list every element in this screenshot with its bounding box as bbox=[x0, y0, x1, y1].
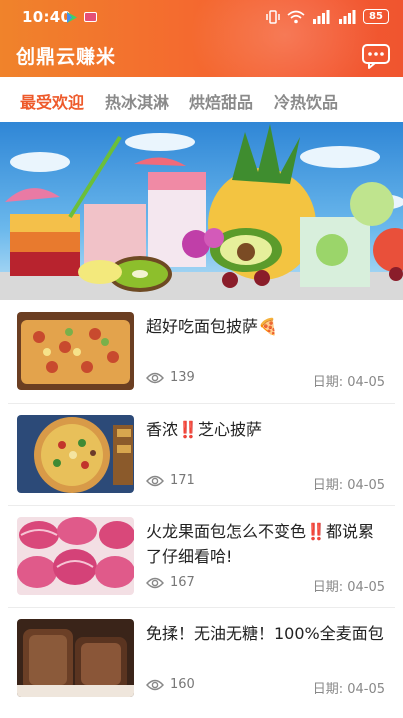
status-icons: 85 bbox=[265, 9, 389, 24]
view-count-value: 171 bbox=[170, 473, 195, 488]
tab-baked-desserts[interactable]: 烘焙甜品 bbox=[189, 89, 253, 113]
double-exclamation-icon: ‼️ bbox=[178, 420, 198, 439]
double-exclamation-icon: ‼️ bbox=[306, 522, 326, 541]
dragon-fruit-bread-thumbnail bbox=[17, 517, 134, 595]
item-date: 日期: 04-05 bbox=[312, 580, 385, 595]
battery-icon: 85 bbox=[363, 9, 389, 24]
view-count: 171 bbox=[146, 473, 195, 488]
tab-drinks[interactable]: 冷热饮品 bbox=[274, 89, 338, 113]
signal-2-icon bbox=[339, 9, 356, 24]
drinks-fruit-illustration bbox=[0, 122, 403, 300]
view-count-value: 160 bbox=[170, 677, 195, 692]
eye-icon bbox=[146, 679, 164, 690]
status-bar: 10:40 85 bbox=[0, 0, 403, 34]
view-count: 139 bbox=[146, 370, 195, 385]
pizza-bread-thumbnail bbox=[17, 312, 134, 390]
wholewheat-bread-thumbnail bbox=[17, 619, 134, 697]
play-store-icon bbox=[67, 12, 77, 23]
list-item[interactable]: 免揉！无油无糖！100%全麦面包 160 日期: 04-05 bbox=[0, 607, 403, 710]
list-item[interactable]: 火龙果面包怎么不变色‼️都说累了仔细看哈! 167 日期: 04-05 bbox=[0, 505, 403, 608]
thumbnail-image bbox=[17, 415, 134, 493]
item-title: 超好吃面包披萨🍕 bbox=[146, 317, 278, 336]
signal-1-icon bbox=[313, 9, 330, 24]
item-title: 香浓‼️芝心披萨 bbox=[146, 417, 386, 442]
list-item[interactable]: 香浓‼️芝心披萨 171 日期: 04-05 bbox=[0, 403, 403, 506]
eye-icon bbox=[146, 475, 164, 486]
item-date: 日期: 04-05 bbox=[312, 375, 385, 390]
view-count: 160 bbox=[146, 677, 195, 692]
eye-icon bbox=[146, 372, 164, 383]
category-tabs: 最受欢迎 热冰淇淋 烘焙甜品 冷热饮品 bbox=[0, 77, 403, 122]
wifi-icon bbox=[287, 10, 305, 23]
item-title: 火龙果面包怎么不变色‼️都说累了仔细看哈! bbox=[146, 519, 386, 569]
eye-icon bbox=[146, 577, 164, 588]
tab-most-popular[interactable]: 最受欢迎 bbox=[20, 89, 84, 113]
item-date: 日期: 04-05 bbox=[312, 682, 385, 697]
thumbnail-image bbox=[17, 312, 134, 390]
item-title-part: 芝心披萨 bbox=[197, 420, 262, 439]
status-time: 10:40 bbox=[22, 8, 72, 26]
battery-level: 85 bbox=[369, 10, 383, 22]
thumbnail-image bbox=[17, 517, 134, 595]
list-item[interactable]: 超好吃面包披萨🍕 139 日期: 04-05 bbox=[0, 300, 403, 403]
view-count: 167 bbox=[146, 575, 195, 590]
view-count-value: 139 bbox=[170, 370, 195, 385]
item-title-part: 香浓 bbox=[146, 420, 179, 439]
view-count-value: 167 bbox=[170, 575, 195, 590]
tab-ice-cream[interactable]: 热冰淇淋 bbox=[105, 89, 169, 113]
cheese-pizza-thumbnail bbox=[17, 415, 134, 493]
item-title: 免揉！无油无糖！100%全麦面包 bbox=[146, 624, 384, 643]
app-header: 10:40 85 创鼎云赚米 bbox=[0, 0, 403, 77]
app-notification-icon bbox=[84, 12, 97, 22]
thumbnail-image bbox=[17, 619, 134, 697]
item-title-part: 火龙果面包怎么不变色 bbox=[146, 522, 307, 541]
app-title: 创鼎云赚米 bbox=[16, 46, 117, 68]
banner-image[interactable] bbox=[0, 122, 403, 300]
message-icon[interactable] bbox=[361, 42, 391, 70]
vibrate-icon bbox=[266, 9, 280, 24]
item-date: 日期: 04-05 bbox=[312, 478, 385, 493]
